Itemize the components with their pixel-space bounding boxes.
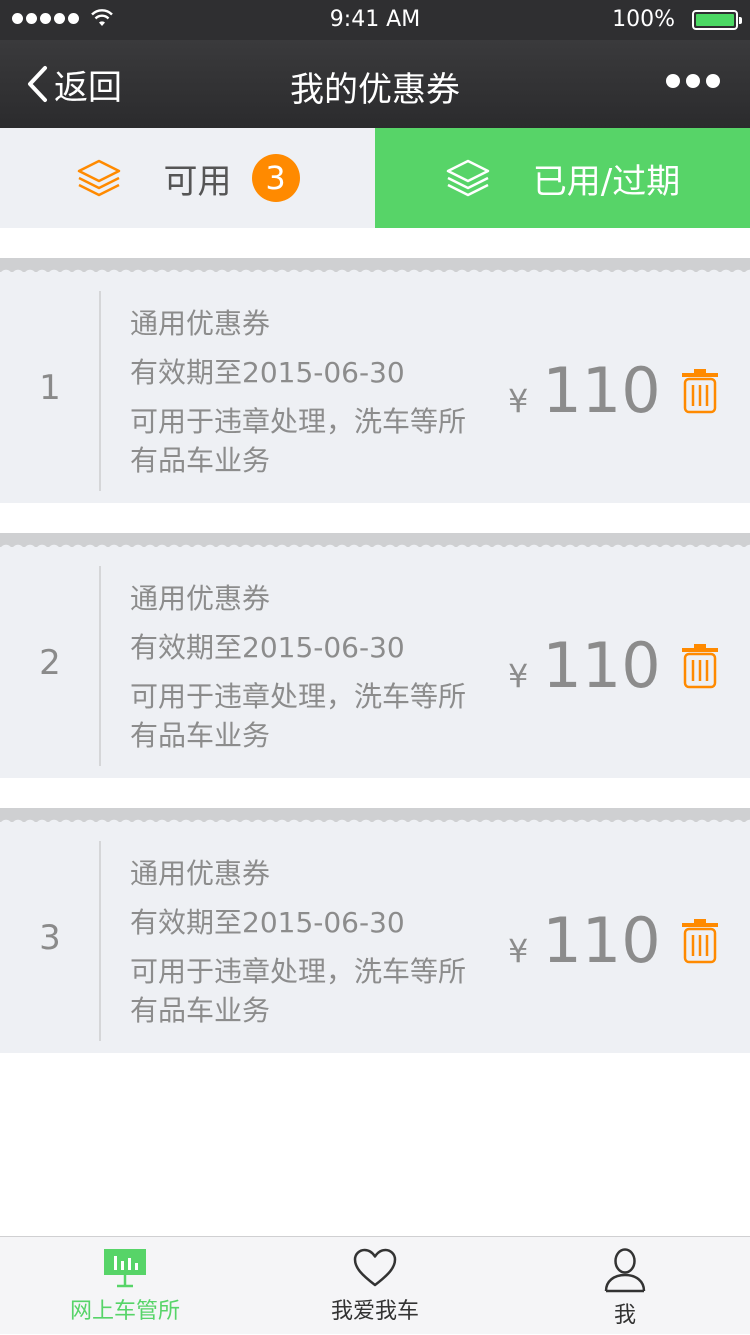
trash-icon[interactable]: [680, 368, 720, 414]
tab-used-expired[interactable]: 已用/过期: [375, 128, 750, 228]
back-button[interactable]: 返回: [26, 62, 122, 108]
coupon-divider: [99, 291, 101, 491]
coupon-price: ¥ 110: [508, 354, 661, 427]
bottom-tab-bar: 网上车管所 我爱我车 我: [0, 1236, 750, 1334]
coupon-amount: 110: [542, 354, 661, 427]
tabbar-item-me[interactable]: 我: [500, 1237, 750, 1335]
more-dot: [706, 74, 720, 88]
coupon-validity: 有效期至2015-06-30: [130, 906, 405, 939]
coupon-title: 通用优惠券: [130, 582, 271, 615]
coupon-details: 通用优惠券 有效期至2015-06-30 可用于违章处理，洗车等所 有品车业务: [130, 854, 480, 1030]
coupon-amount: 110: [542, 629, 661, 702]
tabbar-label: 我爱我车: [330, 1299, 419, 1324]
coupon-details: 通用优惠券 有效期至2015-06-30 可用于违章处理，洗车等所 有品车业务: [130, 579, 480, 755]
more-dot: [666, 74, 680, 88]
coupon-desc-line: 有品车业务: [130, 444, 271, 477]
tab-used-label: 已用/过期: [532, 161, 681, 202]
coupon-card[interactable]: 3 通用优惠券 有效期至2015-06-30 可用于违章处理，洗车等所 有品车业务…: [0, 808, 750, 1053]
back-label: 返回: [54, 67, 122, 108]
coupon-divider: [99, 841, 101, 1041]
coupon-desc-line: 可用于违章处理，洗车等所: [130, 680, 467, 713]
coupon-description: 可用于违章处理，洗车等所 有品车业务: [130, 680, 466, 752]
nav-bar: 返回 我的优惠券: [0, 40, 750, 128]
coupon-scallop: [0, 818, 750, 826]
tabbar-label: 我: [613, 1303, 636, 1328]
heart-icon: [353, 1248, 397, 1287]
coupon-description: 可用于违章处理，洗车等所 有品车业务: [130, 405, 466, 477]
coupon-validity: 有效期至2015-06-30: [130, 356, 405, 389]
chevron-left-icon: [28, 66, 47, 102]
coupon-price: ¥ 110: [508, 629, 661, 702]
coupon-price: ¥ 110: [508, 904, 661, 977]
tab-available-label: 可用: [163, 161, 232, 202]
tabbar-item-vehicle-office[interactable]: 网上车管所: [0, 1237, 250, 1335]
coupon-list: 1 通用优惠券 有效期至2015-06-30 可用于违章处理，洗车等所 有品车业务…: [0, 258, 750, 1083]
trash-icon[interactable]: [680, 918, 720, 964]
currency-symbol: ¥: [508, 657, 529, 695]
coupon-card[interactable]: 2 通用优惠券 有效期至2015-06-30 可用于违章处理，洗车等所 有品车业务…: [0, 533, 750, 778]
coupon-title: 通用优惠券: [130, 307, 271, 340]
battery-icon: [692, 10, 742, 30]
coupon-desc-line: 可用于违章处理，洗车等所: [130, 405, 467, 438]
coupon-index: 2: [39, 643, 61, 683]
tab-available[interactable]: 可用 3: [0, 128, 375, 228]
currency-symbol: ¥: [508, 932, 529, 970]
currency-symbol: ¥: [508, 382, 529, 420]
chart-board-icon: [104, 1249, 146, 1288]
coupon-tabs: 可用 3 已用/过期: [0, 128, 750, 228]
more-button[interactable]: [666, 74, 720, 88]
coupon-title: 通用优惠券: [130, 857, 271, 890]
layers-icon: [77, 159, 120, 197]
coupon-divider: [99, 566, 101, 766]
available-count-badge: 3: [251, 154, 300, 202]
coupon-desc-line: 可用于违章处理，洗车等所: [130, 955, 467, 988]
tabbar-label: 网上车管所: [69, 1299, 180, 1324]
more-dot: [686, 74, 700, 88]
coupon-index: 3: [39, 918, 61, 958]
coupon-desc-line: 有品车业务: [130, 994, 271, 1027]
coupon-scallop: [0, 543, 750, 551]
coupon-amount: 110: [542, 904, 661, 977]
coupon-scallop: [0, 268, 750, 276]
coupon-validity: 有效期至2015-06-30: [130, 631, 405, 664]
coupon-details: 通用优惠券 有效期至2015-06-30 可用于违章处理，洗车等所 有品车业务: [130, 304, 480, 480]
coupon-card[interactable]: 1 通用优惠券 有效期至2015-06-30 可用于违章处理，洗车等所 有品车业务…: [0, 258, 750, 503]
person-icon: [604, 1248, 646, 1293]
tabbar-item-my-car[interactable]: 我爱我车: [250, 1237, 500, 1335]
layers-icon: [446, 159, 490, 197]
trash-icon[interactable]: [680, 643, 720, 689]
battery-percent: 100%: [612, 7, 675, 32]
coupon-description: 可用于违章处理，洗车等所 有品车业务: [130, 955, 466, 1027]
status-bar: 9:41 AM 100%: [0, 0, 750, 40]
coupon-index: 1: [39, 368, 61, 408]
coupon-desc-line: 有品车业务: [130, 719, 271, 752]
